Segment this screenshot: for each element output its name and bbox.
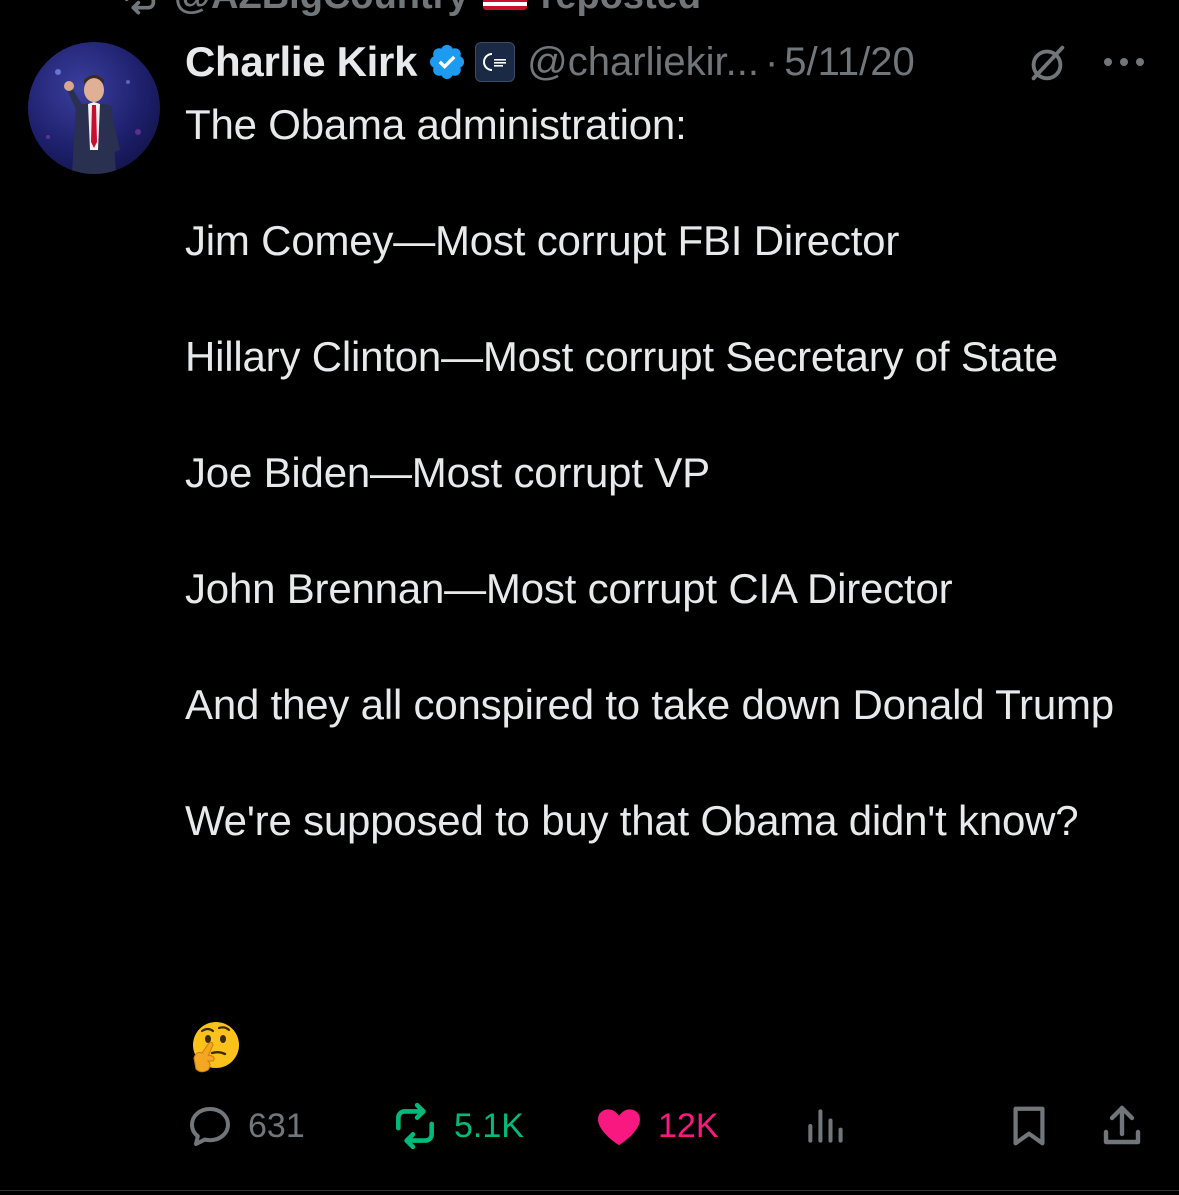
thinking-face-emoji bbox=[193, 1022, 239, 1073]
tweet-text: The Obama administration: Jim Comey—Most… bbox=[185, 101, 1114, 844]
divider bbox=[0, 1190, 1179, 1191]
heart-icon bbox=[598, 1109, 640, 1146]
avatar-photo bbox=[46, 69, 141, 174]
tweet-date[interactable]: 5/11/20 bbox=[784, 40, 915, 85]
repost-banner[interactable]: @AZBigCountry reposted bbox=[120, 0, 701, 18]
share-button[interactable] bbox=[1098, 1098, 1146, 1154]
verified-badge-icon[interactable] bbox=[427, 42, 467, 82]
repost-icon bbox=[124, 0, 156, 15]
action-bar: 631 5.1K 12K bbox=[0, 1098, 1179, 1154]
share-icon bbox=[1103, 1105, 1141, 1145]
tweet-header: Charlie Kirk @charliekir... · 5/11/20 bbox=[185, 34, 1149, 90]
separator-dot: · bbox=[764, 39, 779, 84]
like-button[interactable]: 12K bbox=[594, 1098, 719, 1154]
repost-button[interactable]: 5.1K bbox=[390, 1098, 524, 1154]
reply-icon bbox=[190, 1107, 230, 1146]
reply-button[interactable]: 631 bbox=[186, 1098, 305, 1154]
bookmark-icon bbox=[1013, 1106, 1045, 1146]
repost-icon bbox=[396, 1102, 434, 1150]
avatar[interactable] bbox=[28, 42, 160, 174]
more-icon[interactable] bbox=[1102, 54, 1146, 70]
repost-banner-text: reposted bbox=[541, 0, 701, 18]
repost-banner-user[interactable]: @AZBigCountry bbox=[174, 0, 469, 18]
views-button[interactable] bbox=[803, 1098, 847, 1154]
author-name[interactable]: Charlie Kirk bbox=[185, 38, 417, 86]
repost-count: 5.1K bbox=[454, 1106, 524, 1145]
views-icon bbox=[808, 1109, 843, 1143]
us-flag-icon bbox=[482, 0, 527, 10]
like-count: 12K bbox=[658, 1106, 719, 1145]
turning-point-usa-logo bbox=[483, 53, 507, 71]
grok-icon[interactable] bbox=[1024, 40, 1070, 86]
turning-point-usa-badge-icon[interactable] bbox=[475, 42, 516, 82]
reply-count: 631 bbox=[248, 1106, 305, 1145]
bookmark-button[interactable] bbox=[1006, 1098, 1052, 1154]
author-handle[interactable]: @charliekir... bbox=[527, 40, 759, 85]
